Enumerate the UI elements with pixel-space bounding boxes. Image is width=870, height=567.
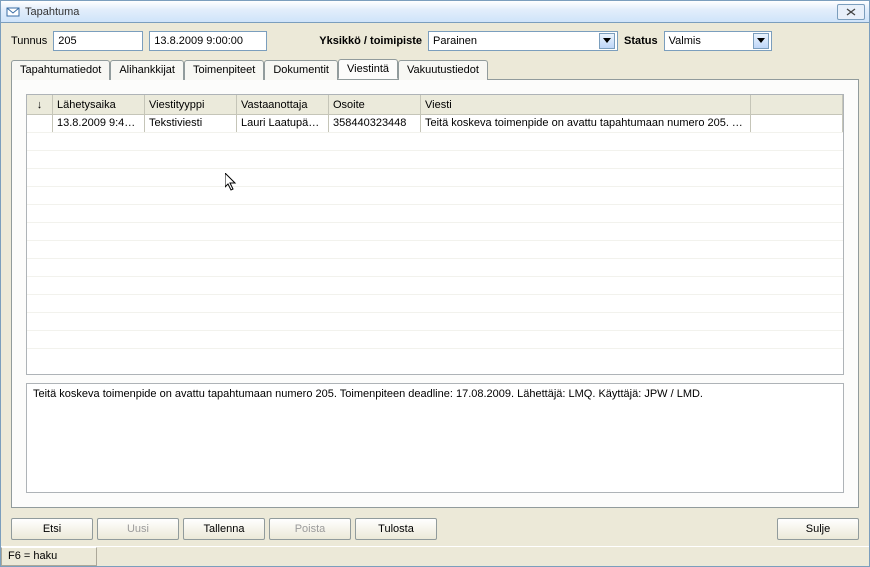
top-form-row: Tunnus Yksikkö / toimipiste Parainen Sta… — [1, 23, 869, 55]
row-marker — [27, 115, 53, 132]
message-grid[interactable]: ↓ Lähetysaika Viestityyppi Vastaanottaja… — [26, 94, 844, 375]
cell-tyyppi: Tekstiviesti — [145, 115, 237, 132]
titlebar[interactable]: Tapahtuma — [1, 1, 869, 23]
poista-button: Poista — [269, 518, 351, 540]
status-bar: F6 = haku — [1, 546, 869, 566]
tunnus-input[interactable] — [53, 31, 143, 51]
datetime-input[interactable] — [149, 31, 267, 51]
chevron-down-icon — [599, 33, 615, 49]
tab-toimenpiteet[interactable]: Toimenpiteet — [184, 60, 264, 80]
message-detail[interactable]: Teitä koskeva toimenpide on avattu tapah… — [26, 383, 844, 493]
tab-panel: ↓ Lähetysaika Viestityyppi Vastaanottaja… — [11, 79, 859, 508]
tab-alihankkijat[interactable]: Alihankkijat — [110, 60, 184, 80]
cell-osoite: 358440323448 — [329, 115, 421, 132]
tallenna-button[interactable]: Tallenna — [183, 518, 265, 540]
sulje-button[interactable]: Sulje — [777, 518, 859, 540]
col-spare[interactable] — [751, 95, 843, 114]
tulosta-button[interactable]: Tulosta — [355, 518, 437, 540]
status-hint: F6 = haku — [1, 547, 97, 566]
cell-viesti: Teitä koskeva toimenpide on avattu tapah… — [421, 115, 751, 132]
tunnus-label: Tunnus — [11, 35, 47, 47]
unit-label: Yksikkö / toimipiste — [319, 35, 422, 47]
window-title: Tapahtuma — [25, 6, 79, 18]
col-viestityyppi[interactable]: Viestityyppi — [145, 95, 237, 114]
cell-vastaanottaja: Lauri Laatupääll... — [237, 115, 329, 132]
sort-column-header[interactable]: ↓ — [27, 95, 53, 114]
detail-text: Teitä koskeva toimenpide on avattu tapah… — [33, 388, 703, 400]
app-icon — [5, 4, 21, 20]
col-vastaanottaja[interactable]: Vastaanottaja — [237, 95, 329, 114]
unit-value: Parainen — [433, 35, 477, 47]
close-button[interactable] — [837, 4, 865, 20]
unit-select[interactable]: Parainen — [428, 31, 618, 51]
tab-dokumentit[interactable]: Dokumentit — [264, 60, 338, 80]
chevron-down-icon — [753, 33, 769, 49]
uusi-button: Uusi — [97, 518, 179, 540]
tab-vakuutustiedot[interactable]: Vakuutustiedot — [398, 60, 488, 80]
col-viesti[interactable]: Viesti — [421, 95, 751, 114]
tabs: Tapahtumatiedot Alihankkijat Toimenpitee… — [1, 55, 869, 79]
tab-tapahtumatiedot[interactable]: Tapahtumatiedot — [11, 60, 110, 80]
app-window: Tapahtuma Tunnus Yksikkö / toimipiste Pa… — [0, 0, 870, 567]
table-row[interactable]: 13.8.2009 9:46:00 Tekstiviesti Lauri Laa… — [27, 115, 843, 133]
grid-body[interactable]: 13.8.2009 9:46:00 Tekstiviesti Lauri Laa… — [27, 115, 843, 374]
col-osoite[interactable]: Osoite — [329, 95, 421, 114]
arrow-down-icon: ↓ — [37, 99, 43, 111]
tab-viestinta[interactable]: Viestintä — [338, 59, 398, 79]
button-bar: Etsi Uusi Tallenna Poista Tulosta Sulje — [1, 514, 869, 546]
status-value: Valmis — [669, 35, 701, 47]
etsi-button[interactable]: Etsi — [11, 518, 93, 540]
cell-spare — [751, 115, 843, 132]
col-lahetysaika[interactable]: Lähetysaika — [53, 95, 145, 114]
cell-lahetysaika: 13.8.2009 9:46:00 — [53, 115, 145, 132]
grid-header: ↓ Lähetysaika Viestityyppi Vastaanottaja… — [27, 95, 843, 115]
status-select[interactable]: Valmis — [664, 31, 772, 51]
status-label: Status — [624, 35, 658, 47]
